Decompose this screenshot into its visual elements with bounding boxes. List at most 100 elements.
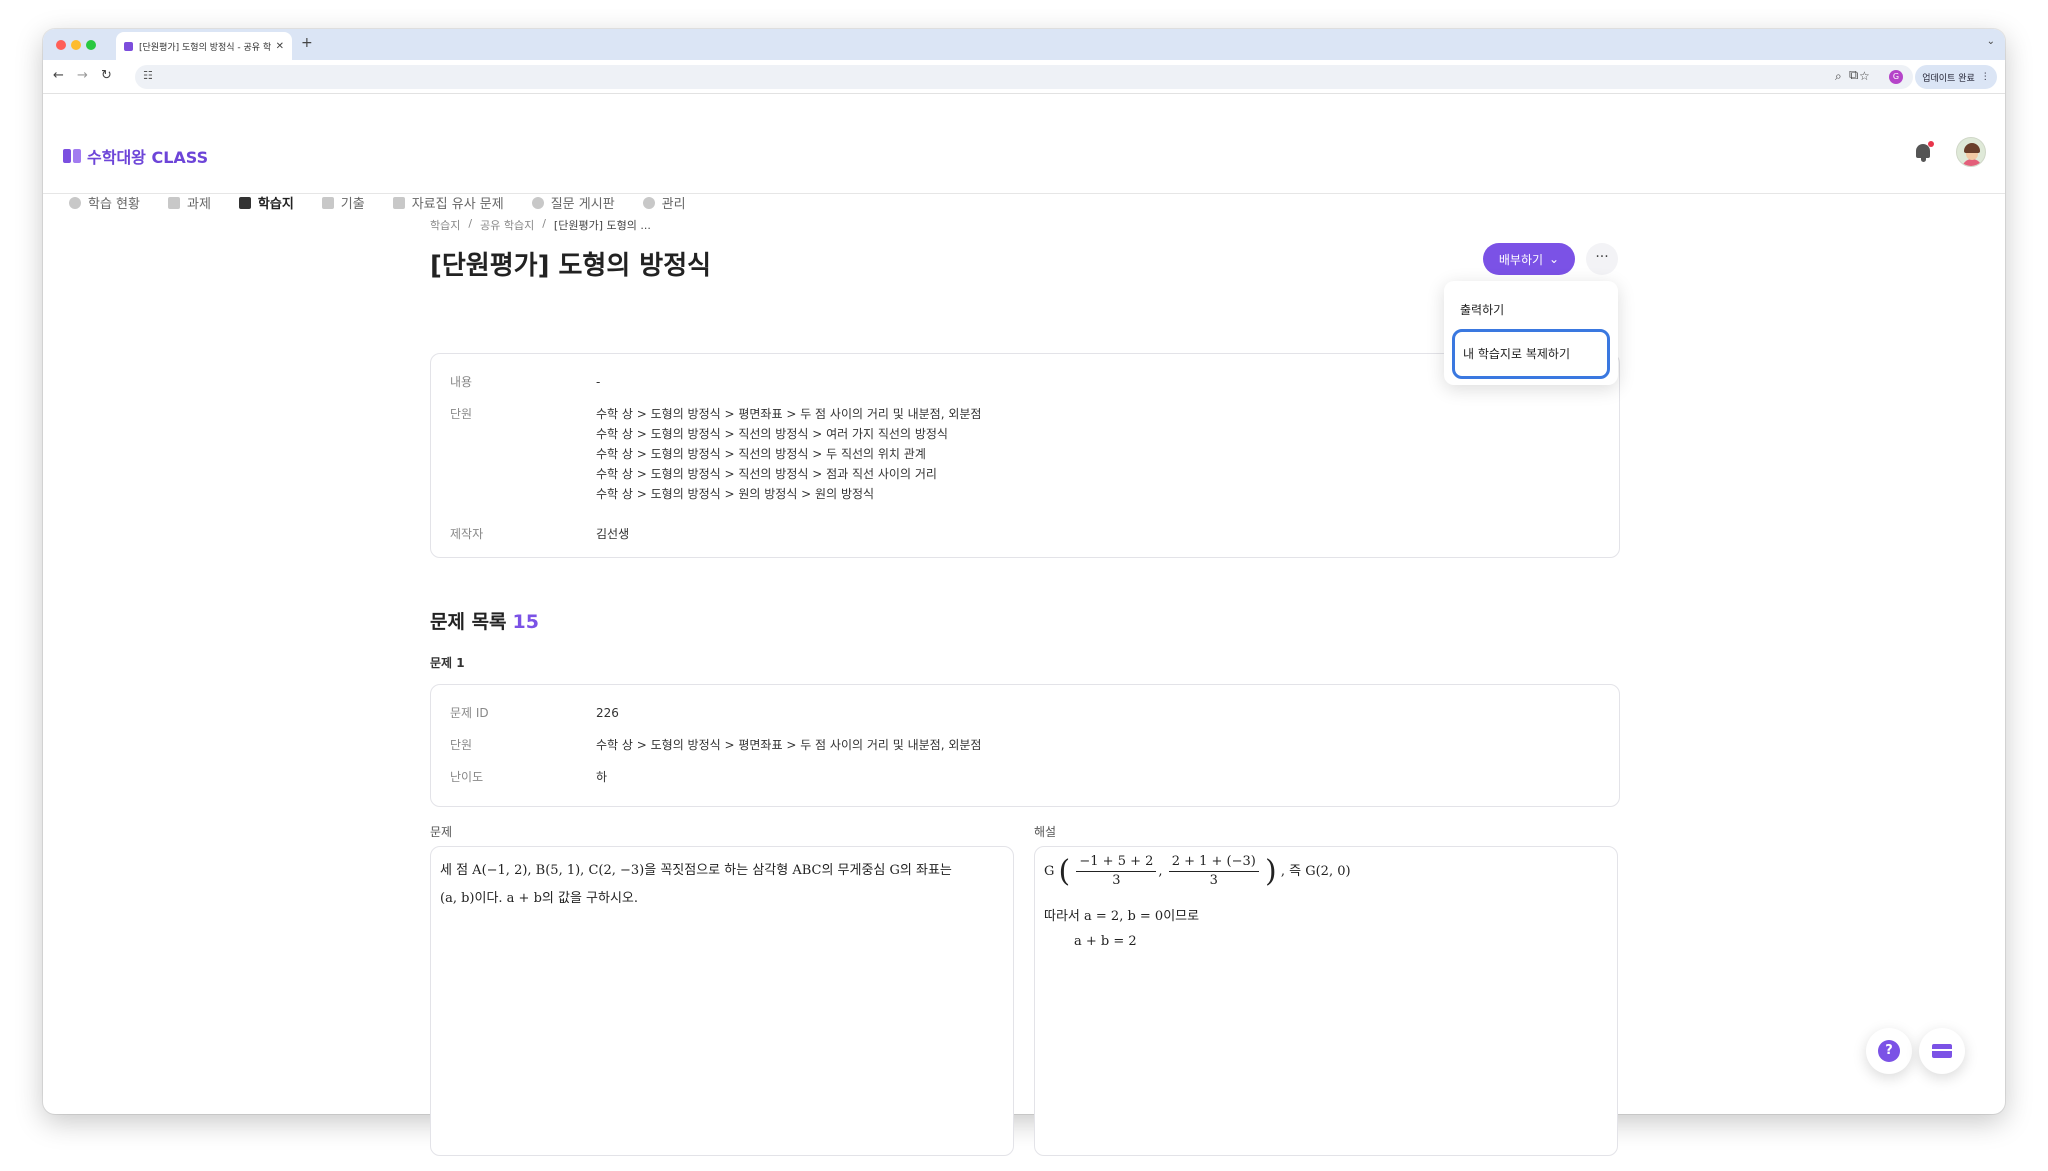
help-button[interactable]: ? — [1866, 1028, 1912, 1074]
mail-icon — [1932, 1044, 1952, 1058]
forward-icon[interactable]: → — [77, 68, 88, 83]
question-icon: ? — [1878, 1040, 1900, 1062]
solution-line-1: G ( −1 + 5 + 2 3 , 2 + 1 + (−3) 3 ) , 즉 … — [1044, 853, 1351, 890]
new-tab-button[interactable]: + — [301, 35, 313, 51]
problem-line: (a, b)이다. a + b의 값을 구하시오. — [440, 891, 639, 906]
gear-icon — [642, 196, 655, 209]
reload-icon[interactable]: ↻ — [101, 68, 112, 83]
distribute-button[interactable]: 배부하기 ⌄ — [1483, 243, 1575, 275]
breadcrumb-separator: / — [468, 217, 473, 230]
breadcrumb-separator: / — [542, 217, 546, 230]
more-options-menu: 출력하기 내 학습지로 복제하기 — [1444, 281, 1618, 385]
fraction-numerator: 2 + 1 + (−3) — [1168, 853, 1259, 872]
profile-avatar[interactable]: G — [1889, 70, 1903, 84]
nav-label: 관리 — [661, 197, 686, 212]
nav-item-similar-problems[interactable]: 자료집 유사 문제 — [392, 193, 504, 212]
maximize-window-button[interactable] — [86, 40, 96, 50]
app-header: 수학대왕 CLASS 학습 현황 과제 학습지 기출 자료집 유사 문제 질문 … — [43, 94, 2005, 212]
difficulty-value: 하 — [596, 770, 608, 784]
fraction-numerator: −1 + 5 + 2 — [1076, 853, 1157, 872]
unit-item: 수학 상 > 도형의 방정식 > 원의 방정식 > 원의 방정식 — [596, 487, 875, 501]
difficulty-label: 난이도 — [450, 770, 484, 784]
problem-section-label: 문제 — [430, 825, 453, 839]
minimize-window-button[interactable] — [71, 40, 81, 50]
extensions-icon[interactable]: ⧉ — [1849, 68, 1858, 83]
browser-toolbar: ← → ↻ ☷ ⌕ ☆ ⧉ G 업데이트 완료 ⋮ — [43, 60, 2005, 94]
worksheet-icon — [238, 196, 251, 209]
browser-tab[interactable]: [단원평가] 도형의 방정식 - 공유 학 ✕ — [116, 32, 292, 60]
problem-count: 15 — [512, 611, 539, 633]
fraction-denominator: 3 — [1209, 873, 1218, 888]
nav-item-learning-status[interactable]: 학습 현황 — [69, 193, 140, 212]
solution-section-label: 해설 — [1034, 825, 1057, 839]
fraction-x: −1 + 5 + 2 3 — [1076, 853, 1157, 890]
notification-dot — [1928, 141, 1934, 147]
chevron-down-icon: ⌄ — [1549, 252, 1560, 266]
problem-unit-label: 단원 — [450, 738, 473, 752]
kebab-menu-icon: ⋮ — [1980, 72, 1990, 82]
zoom-icon[interactable]: ⌕ — [1835, 69, 1842, 84]
nav-item-qna-board[interactable]: 질문 게시판 — [531, 193, 615, 212]
tab-title: [단원평가] 도형의 방정식 - 공유 학 — [139, 42, 272, 53]
favicon-icon — [124, 41, 133, 51]
nav-item-assignments[interactable]: 과제 — [167, 193, 211, 212]
message-button[interactable] — [1919, 1028, 1965, 1074]
author-label: 제작자 — [450, 527, 484, 541]
unit-label: 단원 — [450, 407, 473, 421]
nav-item-worksheets[interactable]: 학습지 — [238, 193, 294, 212]
folder-icon — [392, 196, 405, 209]
address-bar[interactable]: ☷ ⌕ ☆ — [135, 65, 1913, 89]
print-menu-item[interactable]: 출력하기 — [1452, 301, 1610, 318]
app-logo[interactable]: 수학대왕 CLASS — [63, 144, 208, 168]
back-icon[interactable]: ← — [53, 68, 64, 83]
solution-line-3: a + b = 2 — [1074, 934, 1137, 949]
content-value: - — [596, 375, 601, 389]
worksheet-detail: 학습지 / 공유 학습지 / [단원평가] 도형의 ... [단원평가] 도형의… — [430, 217, 1620, 1156]
update-label: 업데이트 완료 — [1922, 73, 1975, 84]
problem-unit-value: 수학 상 > 도형의 방정식 > 평면좌표 > 두 점 사이의 거리 및 내분점… — [596, 738, 982, 752]
solution-box: G ( −1 + 5 + 2 3 , 2 + 1 + (−3) 3 ) , 즉 … — [1034, 846, 1618, 1156]
breadcrumb-current: [단원평가] 도형의 ... — [553, 219, 651, 232]
content-row: 내용 - — [450, 372, 600, 392]
unit-row: 단원 수학 상 > 도형의 방정식 > 평면좌표 > 두 점 사이의 거리 및 … — [450, 404, 981, 504]
notification-bell-icon[interactable] — [1912, 141, 1934, 163]
more-options-button[interactable]: ··· — [1586, 243, 1618, 275]
content-label: 내용 — [450, 375, 473, 389]
copy-to-my-worksheets-menu-item[interactable]: 내 학습지로 복제하기 — [1452, 329, 1610, 379]
unit-item: 수학 상 > 도형의 방정식 > 직선의 방정식 > 두 직선의 위치 관계 — [596, 447, 926, 461]
update-button[interactable]: 업데이트 완료 ⋮ — [1915, 65, 1997, 89]
book-logo-icon — [63, 149, 81, 163]
main-nav: 학습 현황 과제 학습지 기출 자료집 유사 문제 질문 게시판 관리 — [69, 193, 686, 212]
assignment-icon — [167, 196, 180, 209]
problem-id-value: 226 — [596, 706, 619, 720]
breadcrumb-worksheets[interactable]: 학습지 — [430, 217, 460, 233]
close-window-button[interactable] — [56, 40, 66, 50]
close-tab-icon[interactable]: ✕ — [276, 41, 284, 52]
problem-id-row: 문제 ID 226 — [450, 703, 619, 723]
solution-line-2: 따라서 a = 2, b = 0이므로 — [1044, 909, 1200, 924]
nav-label: 학습지 — [257, 197, 294, 212]
tab-search-icon[interactable]: ⌄ — [1987, 36, 1995, 47]
site-info-icon[interactable]: ☷ — [143, 69, 153, 82]
nav-label: 학습 현황 — [88, 197, 140, 212]
author-value: 김선생 — [596, 527, 630, 541]
distribute-label: 배부하기 — [1498, 252, 1544, 267]
nav-label: 자료집 유사 문제 — [411, 197, 504, 212]
problem-box: 세 점 A(−1, 2), B(5, 1), C(2, −3)을 꼭짓점으로 하… — [430, 846, 1014, 1156]
user-avatar[interactable] — [1956, 137, 1986, 167]
problem-text: 세 점 A(−1, 2), B(5, 1), C(2, −3)을 꼭짓점으로 하… — [440, 857, 1001, 913]
unit-item: 수학 상 > 도형의 방정식 > 직선의 방정식 > 점과 직선 사이의 거리 — [596, 467, 937, 481]
worksheet-info-card: 내용 - 단원 수학 상 > 도형의 방정식 > 평면좌표 > 두 점 사이의 … — [430, 353, 1620, 558]
problem-list-title: 문제 목록 — [430, 611, 507, 633]
problem-number: 문제 1 — [430, 656, 465, 670]
breadcrumb-shared[interactable]: 공유 학습지 — [480, 217, 534, 233]
fraction-denominator: 3 — [1112, 873, 1121, 888]
problem-id-label: 문제 ID — [450, 706, 489, 720]
bookmark-star-icon[interactable]: ☆ — [1859, 69, 1870, 83]
nav-item-manage[interactable]: 관리 — [642, 193, 686, 212]
nav-label: 기출 — [340, 197, 365, 212]
unit-item: 수학 상 > 도형의 방정식 > 직선의 방정식 > 여러 가지 직선의 방정식 — [596, 427, 948, 441]
breadcrumb: 학습지 / 공유 학습지 / [단원평가] 도형의 ... — [430, 217, 1620, 233]
nav-item-past-exams[interactable]: 기출 — [321, 193, 365, 212]
unit-list: 수학 상 > 도형의 방정식 > 평면좌표 > 두 점 사이의 거리 및 내분점… — [596, 404, 981, 504]
